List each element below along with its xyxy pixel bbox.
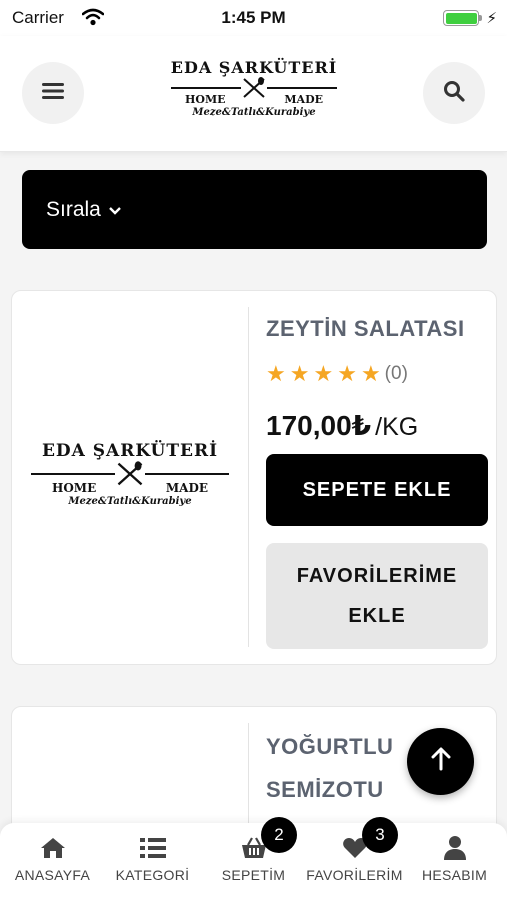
user-icon	[443, 835, 467, 861]
star-icon: ★	[313, 361, 334, 386]
logo-home: HOME	[185, 93, 226, 106]
price-unit: /KG	[375, 413, 419, 441]
list-icon	[139, 835, 166, 861]
search-icon	[443, 80, 465, 107]
tab-hesabim[interactable]: HESABIM	[404, 823, 505, 900]
product-title-line: YOĞURTLU	[266, 734, 394, 759]
product-title[interactable]: ZEYTİN SALATASI	[266, 307, 465, 350]
logo-made: MADE	[165, 481, 208, 495]
chevron-down-icon	[109, 202, 121, 218]
cutlery-icon	[117, 461, 143, 486]
tab-label: KATEGORİ	[115, 867, 190, 883]
menu-icon	[42, 82, 64, 105]
cart-count-badge: 2	[261, 817, 297, 853]
logo-tagline: Meze&Tatlı&Kurabiye	[68, 496, 192, 507]
product-image[interactable]: EDA ŞARKÜTERİ HOME MADE Meze&Tatlı&Kurab…	[26, 441, 234, 507]
add-to-cart-button[interactable]: SEPETE EKLE	[266, 454, 488, 526]
favorites-count-badge: 3	[362, 817, 398, 853]
sort-dropdown[interactable]: Sırala	[22, 170, 487, 249]
home-icon	[39, 835, 67, 861]
tab-label: FAVORİLERİM	[306, 867, 403, 883]
charging-icon: ⚡	[486, 10, 497, 27]
arrow-up-icon	[430, 747, 452, 776]
product-price: 170,00₺/KG	[266, 409, 418, 442]
star-icon: ★	[289, 361, 310, 386]
price-amount: 170,00₺	[266, 410, 372, 441]
battery-tip	[479, 15, 482, 21]
tab-label: ANASAYFA	[14, 867, 91, 883]
add-to-favorites-button[interactable]: FAVORİLERİME EKLE	[266, 543, 488, 649]
tab-favorilerim[interactable]: FAVORİLERİM 3	[304, 817, 405, 900]
bottom-tab-bar: ANASAYFA KATEGORİ SEPETİM 2 FAVORİLERİM …	[0, 817, 507, 900]
logo-made: MADE	[284, 93, 323, 106]
tab-label: HESABIM	[421, 867, 488, 883]
logo-brand: EDA ŞARKÜTERİ	[170, 58, 338, 77]
clock: 1:45 PM	[221, 8, 286, 27]
battery-icon	[443, 10, 479, 26]
sort-label: Sırala	[46, 197, 101, 221]
scroll-to-top-button[interactable]	[407, 728, 474, 795]
header-logo[interactable]: EDA ŞARKÜTERİ HOME MADE Meze&Tatlı&Kurab…	[163, 58, 345, 118]
tab-label: SEPETİM	[221, 867, 286, 883]
star-icon: ★	[337, 361, 357, 386]
menu-button[interactable]	[22, 62, 84, 124]
logo-home: HOME	[52, 481, 97, 495]
star-icon: ★	[266, 361, 286, 386]
tab-kategori[interactable]: KATEGORİ	[102, 823, 203, 900]
tab-anasayfa[interactable]: ANASAYFA	[2, 823, 103, 900]
search-button[interactable]	[423, 62, 485, 124]
status-bar: Carrier 1:45 PM ⚡	[0, 0, 507, 36]
product-title[interactable]: YOĞURTLU SEMİZOTU	[266, 725, 393, 811]
product-card[interactable]: EDA ŞARKÜTERİ HOME MADE Meze&Tatlı&Kurab…	[11, 290, 497, 665]
card-divider	[248, 307, 249, 647]
cutlery-icon	[243, 77, 265, 98]
logo-brand: EDA ŞARKÜTERİ	[41, 441, 219, 461]
app-header: EDA ŞARKÜTERİ HOME MADE Meze&Tatlı&Kurab…	[0, 36, 507, 152]
product-rating: ★ ★ ★ ★ ★ (0)	[266, 361, 408, 387]
logo-tagline: Meze&Tatlı&Kurabiye	[192, 107, 316, 118]
tab-sepetim[interactable]: SEPETİM 2	[203, 817, 304, 900]
product-title-line: SEMİZOTU	[266, 777, 384, 802]
star-icon: ★	[360, 361, 381, 386]
rating-count: (0)	[384, 363, 408, 384]
